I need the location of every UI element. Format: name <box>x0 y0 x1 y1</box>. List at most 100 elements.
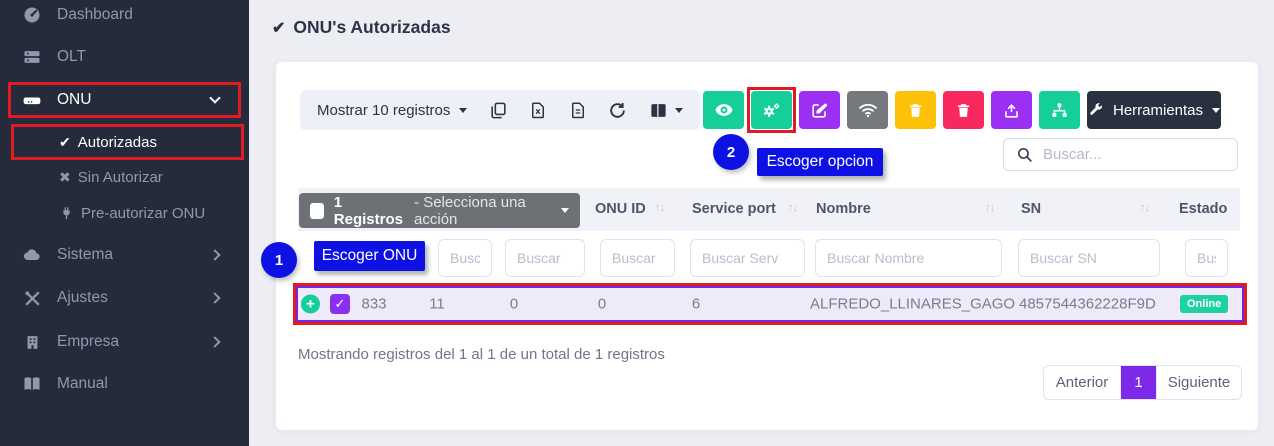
records-info: Mostrando registros del 1 al 1 de un tot… <box>298 346 665 363</box>
network-topology-button[interactable] <box>1039 91 1080 129</box>
sidebar: Dashboard OLT ONU ✔ Autorizadas ✖ Sin Au… <box>0 0 249 446</box>
pagination-prev-button[interactable]: Anterior <box>1044 366 1121 399</box>
column-header-nombre[interactable]: Nombre <box>816 201 871 217</box>
table-row[interactable]: + ✓ 833 11 0 0 6 ALFREDO_LLINARES_GAGO 4… <box>296 286 1244 322</box>
pagination: Anterior 1 Siguiente <box>1043 365 1242 400</box>
file-export-button[interactable] <box>569 101 587 119</box>
filter-input-service-port[interactable] <box>690 239 805 277</box>
status-badge: Online <box>1180 295 1228 313</box>
x-icon: ✖ <box>59 169 71 186</box>
tools-icon <box>20 289 44 308</box>
eye-icon <box>714 100 734 120</box>
search-icon <box>1016 146 1033 163</box>
sidebar-item-label: OLT <box>57 48 86 66</box>
pagination-page-1[interactable]: 1 <box>1121 366 1156 399</box>
pagination-next-button[interactable]: Siguiente <box>1156 366 1241 399</box>
cell-onu-id: 0 <box>582 296 622 313</box>
gears-icon <box>761 101 782 120</box>
sidebar-item-label: Manual <box>57 375 108 393</box>
edit-onu-button[interactable] <box>799 91 840 129</box>
show-entries-label: Mostrar 10 registros <box>317 102 450 119</box>
sidebar-item-onu[interactable]: ONU <box>0 85 249 115</box>
server-icon <box>20 47 44 67</box>
select-all-checkbox[interactable] <box>310 203 324 219</box>
sort-icon[interactable]: ↑↓ <box>1140 202 1149 214</box>
edit-icon <box>810 101 829 120</box>
trash-icon <box>955 101 972 120</box>
column-visibility-dropdown[interactable] <box>649 101 683 120</box>
column-header-onu-id[interactable]: ONU ID <box>595 201 646 217</box>
column-header-sn[interactable]: SN <box>1021 201 1041 217</box>
cloud-icon <box>20 245 44 265</box>
wifi-button[interactable] <box>847 91 888 129</box>
filter-input-nombre[interactable] <box>815 239 1002 277</box>
annotation-step-1-circle: 1 <box>261 242 297 278</box>
trash-icon <box>907 101 924 120</box>
filter-input-sn[interactable] <box>1018 239 1160 277</box>
filter-input-1[interactable] <box>438 239 492 277</box>
sidebar-item-label: Ajustes <box>57 289 108 307</box>
chevron-right-icon <box>209 336 220 347</box>
caret-down-icon <box>561 208 569 213</box>
caret-down-icon <box>1212 108 1220 113</box>
excel-export-button[interactable] <box>529 101 547 119</box>
sidebar-item-autorizadas[interactable]: ✔ Autorizadas <box>0 127 249 157</box>
sidebar-item-label: Dashboard <box>57 6 133 24</box>
filter-input-2[interactable] <box>505 239 585 277</box>
annotation-step-1-label: Escoger ONU <box>314 241 425 271</box>
sort-icon[interactable]: ↑↓ <box>788 202 797 214</box>
view-onu-button[interactable] <box>703 91 744 129</box>
options-onu-button[interactable] <box>751 91 792 129</box>
selected-count: 1 Registros <box>334 194 404 228</box>
content-card: Mostrar 10 registros <box>276 62 1258 430</box>
check-icon: ✔ <box>272 18 285 38</box>
sidebar-item-empresa[interactable]: Empresa <box>0 327 249 357</box>
upload-icon <box>1002 101 1021 120</box>
sidebar-item-pre-autorizar[interactable]: Pre-autorizar ONU <box>0 198 249 228</box>
annotation-step-2-label: Escoger opcion <box>757 148 883 176</box>
cell-sn: 4857544362228F9D <box>1019 296 1156 313</box>
wrench-icon <box>1088 102 1104 118</box>
column-header-estado[interactable]: Estado <box>1179 201 1227 217</box>
cell-nombre: ALFREDO_LLINARES_GAGO <box>810 296 1015 313</box>
check-icon: ✔ <box>59 134 71 151</box>
plug-icon <box>59 206 74 221</box>
sidebar-item-olt[interactable]: OLT <box>0 42 249 72</box>
sidebar-item-sin-autorizar[interactable]: ✖ Sin Autorizar <box>0 162 249 192</box>
sidebar-item-ajustes[interactable]: Ajustes <box>0 283 249 313</box>
onu-device-icon <box>20 90 44 110</box>
sidebar-item-label: Sistema <box>57 246 113 264</box>
sidebar-item-label: Pre-autorizar ONU <box>81 205 205 222</box>
sidebar-item-label: Sin Autorizar <box>78 169 163 186</box>
copy-button[interactable] <box>489 101 508 120</box>
show-entries-dropdown[interactable]: Mostrar 10 registros <box>317 102 467 119</box>
sort-icon[interactable]: ↑↓ <box>985 202 994 214</box>
sidebar-item-manual[interactable]: Manual <box>0 369 249 399</box>
herramientas-dropdown[interactable]: Herramientas <box>1087 91 1221 129</box>
search-input[interactable] <box>1043 146 1242 163</box>
force-delete-onu-button[interactable] <box>943 91 984 129</box>
building-icon <box>20 333 44 352</box>
gauge-icon <box>20 5 44 25</box>
row-checkbox[interactable]: ✓ <box>330 294 350 314</box>
table-toolbar: Mostrar 10 registros <box>300 90 700 130</box>
cell-value: 833 <box>354 296 394 313</box>
select-action-dropdown[interactable]: 1 Registros - Selecciona una acción <box>299 193 580 228</box>
column-header-service-port[interactable]: Service port <box>692 201 776 217</box>
caret-down-icon <box>459 108 467 113</box>
sidebar-item-dashboard[interactable]: Dashboard <box>0 0 249 30</box>
chevron-down-icon <box>209 92 220 103</box>
sidebar-item-label: Autorizadas <box>78 134 157 151</box>
sort-icon[interactable]: ↑↓ <box>655 202 664 214</box>
refresh-button[interactable] <box>608 101 627 120</box>
sidebar-item-sistema[interactable]: Sistema <box>0 240 249 270</box>
upload-button[interactable] <box>991 91 1032 129</box>
expand-row-button[interactable]: + <box>301 295 320 314</box>
chevron-right-icon <box>209 292 220 303</box>
search-box <box>1003 138 1238 171</box>
delete-onu-button[interactable] <box>895 91 936 129</box>
filter-input-3[interactable] <box>600 239 675 277</box>
herramientas-label: Herramientas <box>1113 102 1203 119</box>
cell-value: 11 <box>417 296 457 313</box>
filter-input-estado[interactable] <box>1185 239 1228 277</box>
